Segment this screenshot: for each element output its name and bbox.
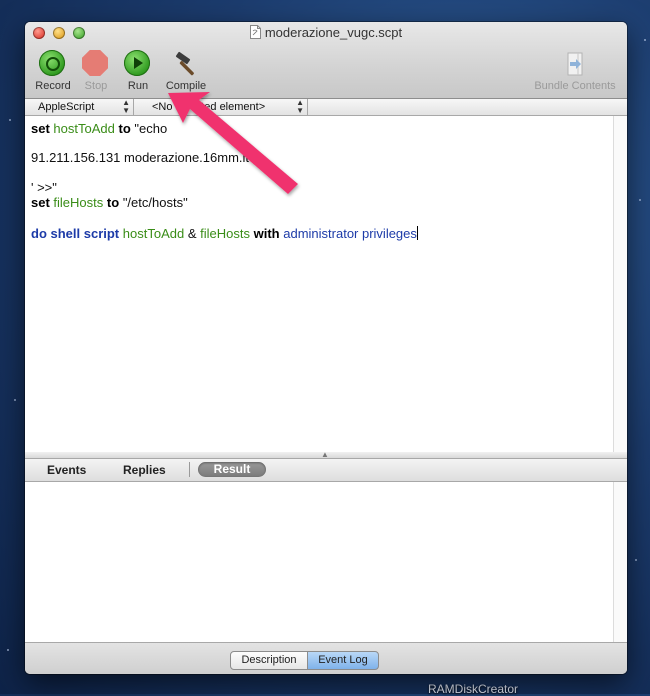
element-value: <No selected element> [152,101,266,113]
bundle-contents-label: Bundle Contents [534,80,616,92]
run-label: Run [127,80,149,92]
tab-replies[interactable]: Replies [123,463,166,477]
result-pane[interactable] [25,482,627,642]
stop-icon [82,50,108,76]
script-document-icon[interactable] [249,25,261,39]
window-title-area: moderazione_vugc.scpt [25,25,627,40]
text-caret [416,226,418,240]
result-tabs-bar: Events Replies Result [25,459,627,482]
editor-scrollbar[interactable] [613,116,627,452]
hammer-icon [175,51,194,76]
stop-label: Stop [84,80,108,92]
script-line-2: 91.211.156.131 moderazione.16mm.it [31,150,250,165]
tab-result[interactable]: Result [198,462,266,477]
compile-label: Compile [165,80,207,92]
run-icon [124,50,150,76]
record-label: Record [35,80,71,92]
window-title: moderazione_vugc.scpt [264,25,403,40]
pane-splitter[interactable]: ▲ [25,450,627,459]
navigation-bar: AppleScript ▲ ▼ <No selected element> ▲ ▼ [25,99,627,116]
script-line-4: set fileHosts to "/etc/hosts" [31,195,188,210]
language-popup[interactable]: AppleScript ▲ ▼ [25,99,134,115]
record-icon [39,50,65,76]
script-editor-window: moderazione_vugc.scpt Record Stop Run Co… [25,22,627,674]
element-popup[interactable]: <No selected element> ▲ ▼ [139,99,308,115]
compile-button[interactable]: Compile [163,50,209,92]
event-log-button[interactable]: Event Log [307,651,379,670]
script-line-5: do shell script hostToAdd & fileHosts wi… [31,226,418,241]
tab-events[interactable]: Events [47,463,86,477]
script-line-3: ' >>" [31,180,57,195]
popup-arrows-icon: ▲ ▼ [296,98,304,115]
bundle-contents-button[interactable]: Bundle Contents [529,50,621,92]
language-value: AppleScript [38,101,95,113]
title-bar[interactable]: moderazione_vugc.scpt Record Stop Run Co… [25,22,627,99]
bundle-contents-icon [567,52,583,76]
result-scrollbar[interactable] [613,482,627,642]
script-editor[interactable]: set hostToAdd to "echo 91.211.156.131 mo… [25,116,627,453]
description-button[interactable]: Description [230,651,308,670]
stop-button[interactable]: Stop [80,50,112,92]
popup-arrows-icon: ▲ ▼ [122,98,130,115]
record-button[interactable]: Record [35,50,71,92]
run-button[interactable]: Run [122,50,154,92]
tab-divider [189,462,190,477]
script-line-1: set hostToAdd to "echo [31,121,168,136]
splitter-grip-icon: ▲ [321,450,329,459]
bottom-bar: Description Event Log [25,642,627,674]
